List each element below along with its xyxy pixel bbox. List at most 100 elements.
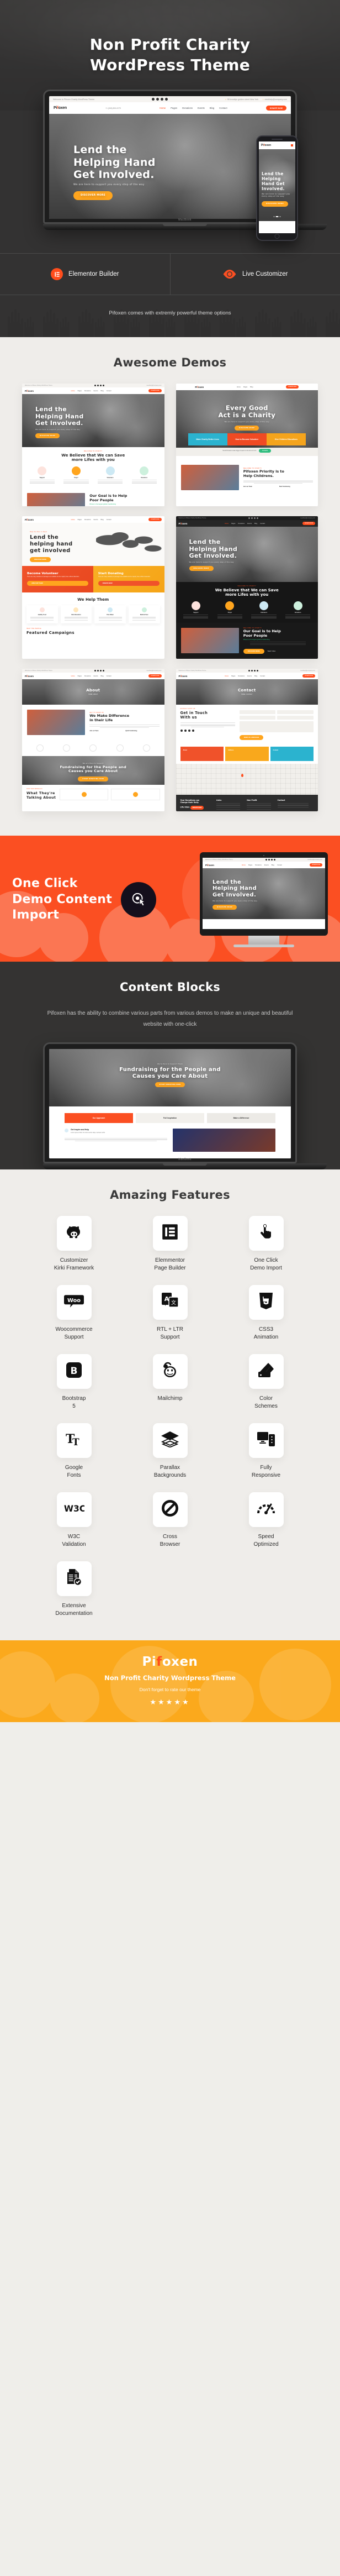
feature-customizer-kirki[interactable]: Customizer Kirki Framework: [31, 1215, 117, 1273]
feature-bootstrap-5[interactable]: B Bootstrap 5: [31, 1353, 117, 1411]
demo2-donate-small: DONATE: [258, 449, 272, 453]
demo3-hero-l2: helping hand: [30, 541, 73, 547]
instagram-icon: [256, 517, 258, 520]
imac-menu-donations: Donations: [255, 864, 262, 866]
demos-grid: Welcome to Pifoxen Charity WordPress The…: [0, 384, 340, 812]
mock-phone: +1 (065) 800-0079: [105, 107, 121, 109]
feature-label-1a: Customizer: [60, 1257, 88, 1263]
demo6-footer-col-1: Links: [216, 799, 222, 801]
demo3-h2: We Help Them: [77, 597, 109, 602]
demo1-goal-green: Pifoxen is the largest global crowdfundi…: [89, 503, 116, 505]
feature-label-15b: Optimized: [253, 1541, 279, 1548]
demo-card-home-two[interactable]: Pifoxen Home Pages Blog DONATE NOW Every…: [176, 384, 318, 507]
mock-menu: Home Pages Donations Events Blog Contact: [160, 107, 227, 109]
cb-eyebrow: We're Here to Support Them: [157, 1062, 183, 1065]
demo6-card-address: Address: [225, 746, 269, 761]
feature-rtl-ltr-support[interactable]: A文 RTL + LTR Support: [127, 1284, 213, 1342]
demo3-hero-l3: get involved: [30, 547, 71, 554]
feature-color-schemes[interactable]: Color Schemes: [223, 1353, 309, 1411]
mock-hero-l1: Lend the: [73, 144, 127, 156]
instagram-icon[interactable]: [165, 98, 168, 101]
imac-hero-l3: Get Involved.: [212, 892, 257, 899]
mock-menu-donations[interactable]: Donations: [182, 107, 193, 109]
demo5-menu-events: Events: [93, 675, 98, 677]
svg-text:W3C: W3C: [64, 1504, 84, 1514]
demo-card-home-three[interactable]: Pifoxen Home Pages Donations Events Blog…: [22, 516, 164, 659]
twitter-icon: [94, 670, 97, 672]
elementor-icon: [162, 1224, 178, 1243]
demo6-field-subject: [277, 715, 314, 720]
page-title: Non Profit Charity WordPress Theme: [0, 22, 340, 75]
demo3-logo: Pifoxen: [25, 518, 34, 521]
demo-card-contact-page[interactable]: Welcome to Pifoxen Charity WordPress The…: [176, 669, 318, 812]
mock-hero-l2: Helping Hand: [73, 156, 156, 169]
mock-menu-events[interactable]: Events: [198, 107, 205, 109]
feature-label-13b: Validation: [62, 1541, 86, 1548]
mock-discover-button[interactable]: DISCOVER MORE: [73, 191, 113, 200]
footer-section: Pifoxen Non Profit Charity Wordpress The…: [0, 1640, 340, 1722]
feature-mailchimp[interactable]: Mailchimp: [127, 1353, 213, 1411]
feature-label-11a: Parallax: [160, 1464, 180, 1471]
feature-elementor-builder[interactable]: Elementor Builder: [0, 254, 170, 295]
demo6-card-contact: Contact: [270, 746, 314, 761]
mock-menu-blog[interactable]: Blog: [210, 107, 214, 109]
instagram-icon: [192, 730, 194, 732]
map-pin-icon: [241, 773, 243, 777]
feature-fully-responsive[interactable]: Fully Responsive: [223, 1423, 309, 1480]
feature-speed-optimized[interactable]: Speed Optimized: [223, 1492, 309, 1549]
translate-icon: A文: [161, 1292, 179, 1313]
feature-elementor-page-builder[interactable]: Elemmentor Page Builder: [127, 1215, 213, 1273]
demo-card-about-page[interactable]: Welcome to Pifoxen Charity WordPress The…: [22, 669, 164, 812]
mock-donate-button[interactable]: DONATE NOW: [265, 106, 286, 111]
feature-label-8a: Mailchimp: [157, 1395, 183, 1402]
demo2-logo: Pifoxen: [195, 385, 204, 389]
twitter-icon[interactable]: [152, 98, 155, 101]
phone-slider-dots[interactable]: [273, 216, 281, 218]
feature-w3c-validation[interactable]: W3C W3C Validation: [31, 1492, 117, 1549]
feature-css3-animation[interactable]: CSS3 Animation: [223, 1284, 309, 1342]
demo4-menu-home: Home: [225, 522, 229, 524]
feature-label-5b: Support: [160, 1334, 180, 1341]
svg-text:Woo: Woo: [67, 1297, 81, 1303]
feature-live-customizer[interactable]: Live Customizer: [169, 254, 340, 295]
imac-menu-home: Home: [241, 864, 246, 866]
cross-browser-icon: [161, 1499, 179, 1520]
phone-discover-button[interactable]: DISCOVER MORE: [262, 201, 288, 207]
demo1-email: needhelp@company.com: [146, 385, 162, 387]
content-blocks-laptop-mockup: We're Here to Support Them Fundraising f…: [43, 1042, 327, 1169]
demo6-footer-l1: Your Donations can: [180, 799, 200, 801]
mock-menu-home[interactable]: Home: [160, 107, 166, 109]
demo-card-home-dark[interactable]: Welcome to Pifoxen Charity WordPress The…: [176, 516, 318, 659]
cb-tab-1: Our Approach: [65, 1113, 133, 1123]
rating-stars[interactable]: ★★★★★: [0, 1698, 340, 1707]
feature-google-fonts[interactable]: TT Google Fonts: [31, 1423, 117, 1480]
partner-logo: [62, 744, 70, 752]
demo1-feat-4: Donations: [141, 477, 148, 479]
demo4-discover-button: DISCOVER MORE: [189, 566, 214, 571]
feature-label-6b: Animation: [253, 1334, 279, 1341]
feature-cross-browser[interactable]: Cross Browser: [127, 1492, 213, 1549]
svg-text:文: 文: [171, 1299, 176, 1306]
feature-label-2a: Elemmentor: [155, 1257, 185, 1263]
hamburger-icon[interactable]: [291, 144, 293, 147]
demo5-email: needhelp@company.com: [146, 670, 162, 672]
mock-topbar: Welcome to Pifoxen Charity WordPress The…: [49, 96, 291, 103]
feature-extensive-documentation[interactable]: Extensive Documentation: [31, 1561, 117, 1618]
demo3-hero-l1: Lend the: [30, 534, 59, 541]
feature-parallax-backgrounds[interactable]: Parallax Backgrounds: [127, 1423, 213, 1480]
demo1-hero-l1: Lend the: [35, 405, 67, 413]
mock-logo[interactable]: Pifoxen: [54, 106, 67, 110]
mock-menu-pages[interactable]: Pages: [171, 107, 177, 109]
demo-card-home-one[interactable]: Welcome to Pifoxen Charity WordPress The…: [22, 384, 164, 507]
feature-woocommerce-support[interactable]: Woo Woocommerce Support: [31, 1284, 117, 1342]
click-target-icon: [121, 882, 156, 918]
demo2-menu-pages: Pages: [243, 386, 248, 388]
facebook-icon[interactable]: [156, 98, 160, 101]
mock-menu-contact[interactable]: Contact: [219, 107, 227, 109]
feature-one-click-demo-import[interactable]: One Click Demo Import: [223, 1215, 309, 1273]
twitter-icon: [94, 385, 97, 387]
twitter-icon: [180, 730, 183, 732]
pinterest-icon[interactable]: [161, 98, 164, 101]
demo4-menu-donations: Donations: [238, 522, 245, 524]
demo3-menu-blog: Blog: [100, 518, 104, 521]
